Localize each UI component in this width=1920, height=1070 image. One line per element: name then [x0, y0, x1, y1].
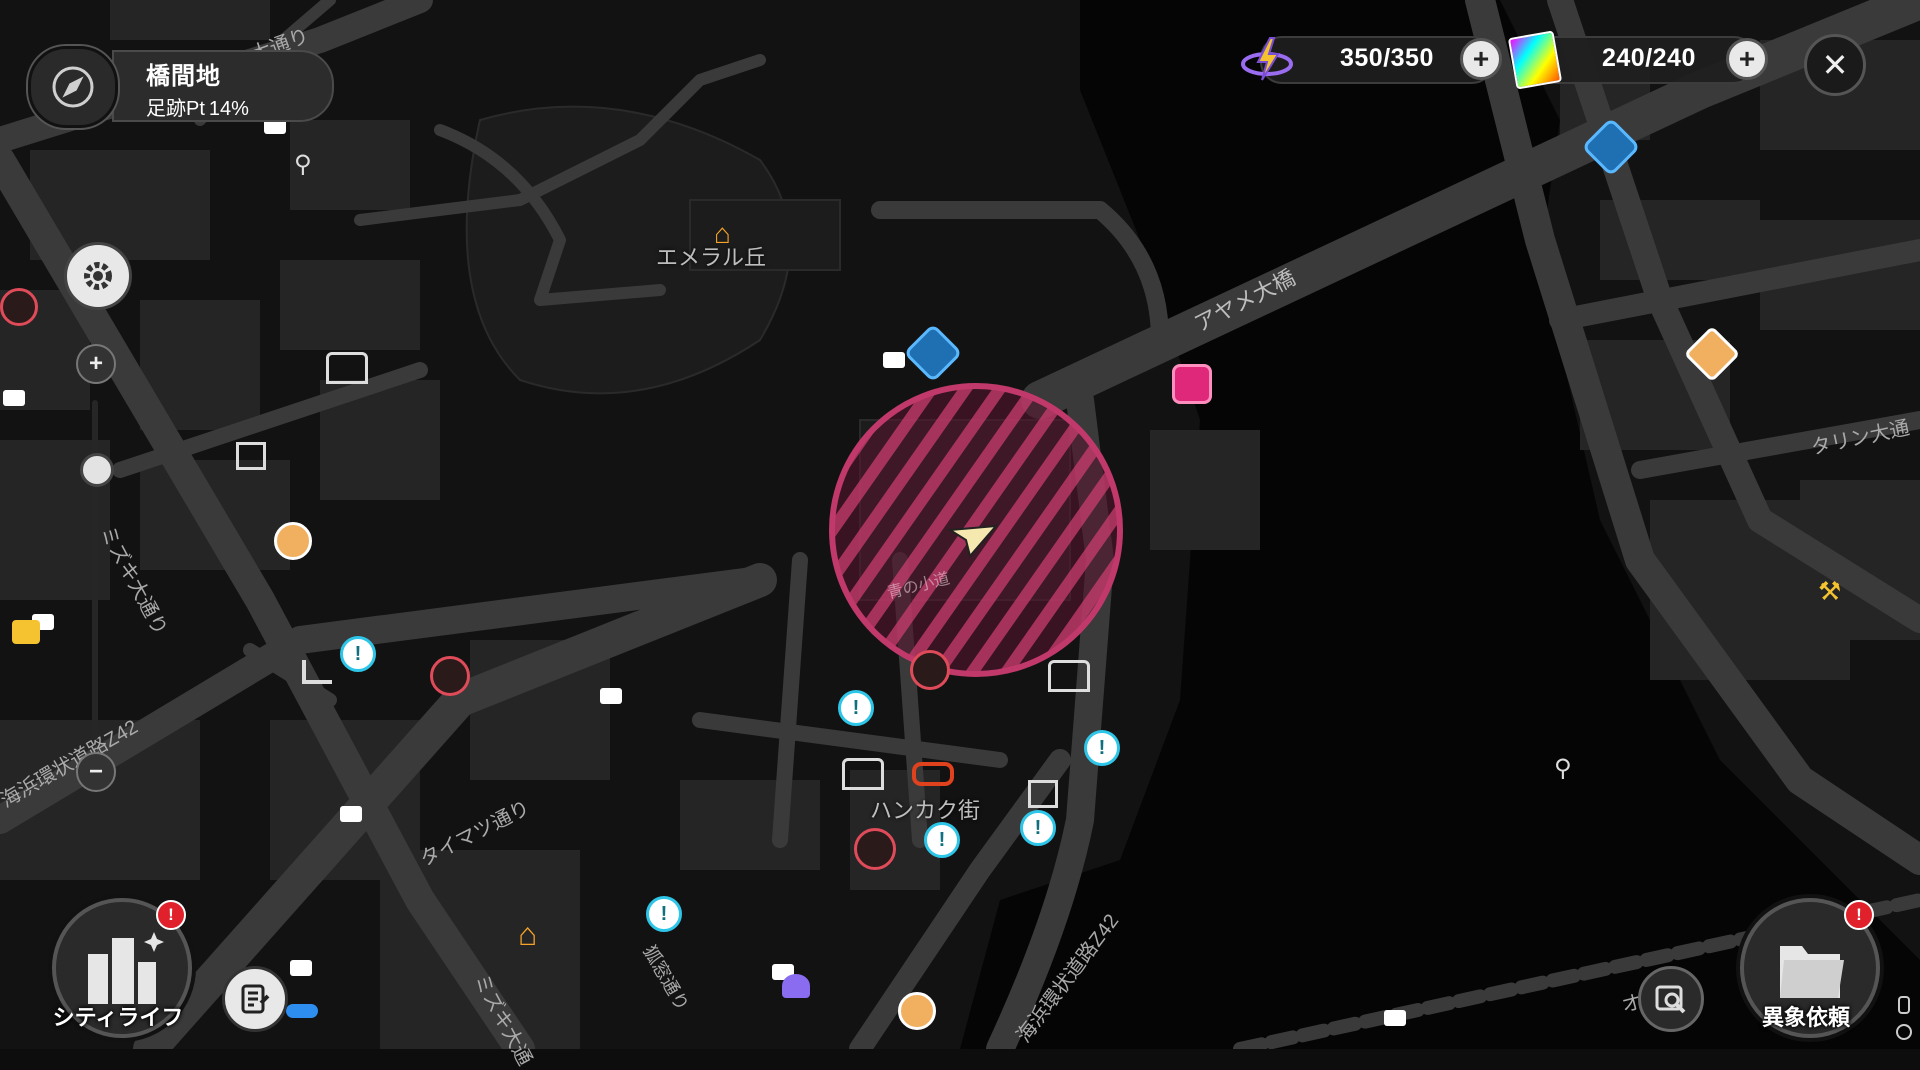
energy-value: 350/350 [1340, 44, 1434, 72]
zoom-slider-handle[interactable] [80, 453, 114, 487]
quest-marker-icon[interactable]: ! [340, 636, 376, 672]
bench-icon[interactable] [302, 660, 332, 684]
map-search-button[interactable] [1638, 966, 1704, 1032]
close-icon: ✕ [1821, 47, 1849, 83]
microphone-icon [1898, 996, 1910, 1014]
footprint-label: 足跡Pt [146, 98, 205, 120]
mailbox-icon[interactable] [430, 656, 470, 696]
settings-button[interactable] [64, 242, 132, 310]
tower-icon[interactable] [854, 828, 896, 870]
anomaly-requests-label: 異象依頼 [1761, 1005, 1850, 1030]
location-name: 橋間地 [146, 63, 221, 90]
energy-add-button[interactable]: + [1460, 38, 1502, 80]
city-life-notification-badge: ! [156, 900, 186, 930]
zoom-out-button[interactable]: − [76, 752, 116, 792]
notes-icon [241, 984, 270, 1014]
city-life-label: シティライフ [52, 1005, 184, 1030]
camera-icon[interactable] [340, 806, 362, 822]
store-icon[interactable] [236, 442, 266, 470]
quest-marker-icon[interactable]: ! [924, 822, 960, 858]
card-pack-icon [1507, 30, 1563, 90]
warehouse-icon[interactable] [326, 352, 368, 384]
quest-marker-icon[interactable]: ! [1084, 730, 1120, 766]
mailbox-icon[interactable] [910, 650, 950, 690]
card-value: 240/240 [1602, 44, 1696, 72]
store-icon[interactable] [1028, 780, 1058, 808]
compass-icon [52, 66, 94, 108]
footprint-progress: 足跡Pt 14% [146, 92, 253, 121]
quest-marker-icon[interactable]: ! [646, 896, 682, 932]
compass-button[interactable] [28, 46, 118, 128]
camera-icon[interactable] [600, 688, 622, 704]
location-pin-icon [1896, 1024, 1912, 1040]
footprint-value: 14% [208, 98, 249, 120]
map-search-icon [1655, 985, 1686, 1014]
chain-link-icon[interactable] [912, 762, 954, 786]
camera-icon[interactable] [1384, 1010, 1406, 1026]
fishing-icon[interactable]: ⚲ [294, 150, 312, 179]
camera-icon[interactable] [3, 390, 25, 406]
warehouse-icon[interactable] [842, 758, 884, 790]
close-map-button[interactable]: ✕ [1804, 34, 1866, 96]
map-label-hankaku-street: ハンカク街 [870, 798, 981, 823]
anomaly-notification-badge: ! [1844, 900, 1874, 930]
energy-crystal-icon [1240, 34, 1294, 84]
warehouse-icon[interactable] [1048, 660, 1090, 692]
camera-icon[interactable] [290, 960, 312, 976]
plus-icon: + [88, 350, 103, 377]
minus-icon: − [88, 758, 103, 785]
quest-marker-icon[interactable]: ! [1020, 810, 1056, 846]
home-icon[interactable]: ⌂ [714, 218, 731, 250]
fishing-icon[interactable]: ⚲ [1554, 754, 1572, 783]
zoom-slider-track[interactable] [92, 400, 98, 740]
home-icon[interactable]: ⌂ [518, 916, 537, 953]
plus-icon: + [1738, 43, 1756, 74]
camera-icon[interactable] [883, 352, 905, 368]
gear-icon [84, 262, 112, 290]
journal-button[interactable] [222, 966, 288, 1032]
supply-box-icon[interactable] [898, 992, 936, 1030]
card-add-button[interactable]: + [1726, 38, 1768, 80]
plus-icon: + [1472, 43, 1490, 74]
supply-box-icon[interactable] [274, 522, 312, 560]
quest-marker-icon[interactable]: ! [838, 690, 874, 726]
car-icon[interactable] [286, 1004, 318, 1018]
map-label-emerald-hill: エメラル丘 [656, 245, 767, 270]
zoom-in-button[interactable]: + [76, 344, 116, 384]
gavel-icon[interactable]: ⚒ [1818, 576, 1841, 607]
race-flag-icon[interactable] [1172, 364, 1212, 404]
arcade-icon[interactable] [12, 620, 40, 644]
mailbox-icon[interactable] [0, 288, 38, 326]
mask-icon[interactable] [782, 974, 810, 998]
